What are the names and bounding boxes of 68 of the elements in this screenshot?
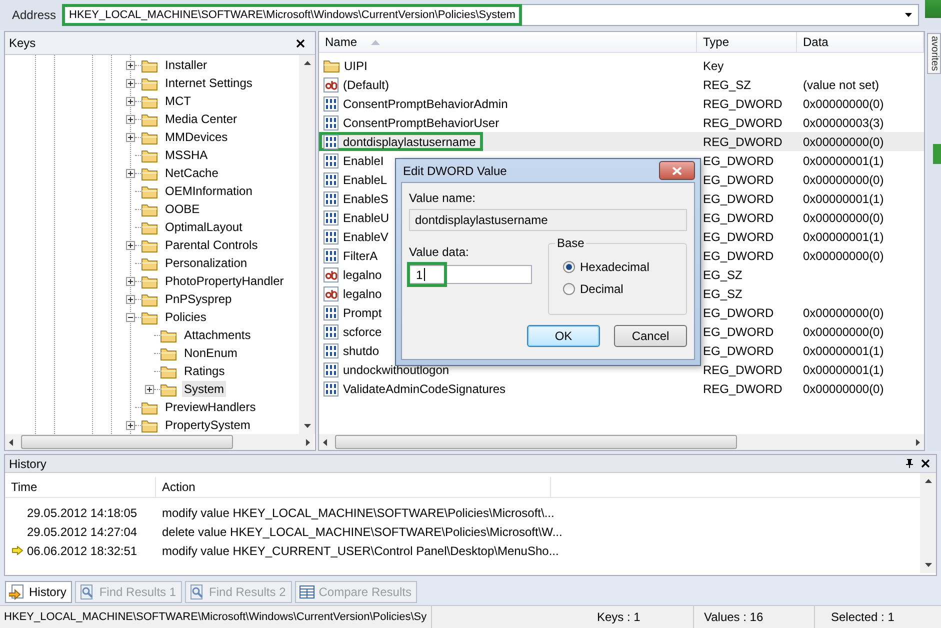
dialog-title: Edit DWORD Value [403, 164, 507, 178]
value-data: 0x00000001(1) [802, 344, 885, 358]
value-type: EG_DWORD [702, 344, 775, 358]
value-name: legalno [343, 268, 382, 282]
value-name: UIPI [344, 58, 368, 72]
value-type: REG_SZ [702, 78, 752, 92]
value-data: 0x00000000(0) [802, 172, 885, 186]
value-name: dontdisplaylastusername [343, 134, 476, 148]
value-name: Prompt [343, 306, 382, 320]
value-name: EnableI [343, 154, 384, 168]
value-type: EG_DWORD [702, 192, 775, 206]
value-type: REG_DWORD [702, 134, 784, 148]
history-time: 06.06.2012 18:32:51 [27, 544, 138, 558]
value-type: EG_DWORD [702, 154, 775, 168]
value-name: EnableU [343, 210, 390, 224]
value-type: REG_DWORD [702, 382, 784, 396]
value-name: undockwithoutlogon [343, 362, 450, 376]
value-data: 0x00000000(0) [802, 134, 885, 148]
history-time: 29.05.2012 14:18:05 [27, 506, 138, 520]
value-name: ValidateAdminCodeSignatures [343, 382, 506, 396]
history-action: modify value HKEY_CURRENT_USER\Control Panel\Desktop\MenuSho... [161, 544, 560, 558]
value-type: Key [702, 58, 725, 72]
value-data: 0x00000000(0) [802, 210, 885, 224]
pane-title: History [9, 456, 46, 470]
value-name: EnableV [343, 230, 388, 244]
value-type: EG_DWORD [702, 230, 775, 244]
value-data: 0x00000001(1) [802, 230, 885, 244]
value-data: 0x00000000(0) [802, 248, 885, 262]
value-data: 0x00000000(0) [802, 324, 885, 338]
value-data: 0x00000001(1) [802, 192, 885, 206]
history-action: delete value HKEY_LOCAL_MACHINE\SOFTWARE\Policies\Microsoft\W... [161, 524, 564, 538]
value-type: EG_DWORD [702, 172, 775, 186]
value-type: EG_DWORD [702, 324, 775, 338]
value-type: EG_DWORD [702, 248, 775, 262]
value-name: shutdo [343, 344, 380, 358]
value-name: ConsentPromptBehaviorUser [343, 116, 500, 130]
value-type: EG_DWORD [702, 306, 775, 320]
value-name: (Default) [343, 78, 390, 92]
value-type: EG_DWORD [702, 210, 775, 224]
status-path: HKEY_LOCAL_MACHINE\SOFTWARE\Microsoft\Windows\CurrentVersion\Policies\Sy [0, 606, 432, 628]
value-type: REG_DWORD [702, 96, 784, 110]
value-data: 0x00000001(1) [802, 154, 885, 168]
value-name: EnableL [343, 172, 388, 186]
value-data: 0x00000000(0) [802, 382, 885, 396]
value-data: (value not set) [802, 78, 880, 92]
value-data: 0x00000000(0) [802, 306, 885, 320]
value-name: FilterA [343, 248, 378, 262]
status-selected: Selected : 1 [830, 609, 896, 626]
history-action: modify value HKEY_LOCAL_MACHINE\SOFTWARE\Policies\Microsoft\... [161, 506, 556, 520]
value-type: REG_DWORD [702, 116, 784, 130]
value-name: EnableS [343, 192, 388, 206]
pane-title: Keys [9, 36, 36, 50]
status-values: Values : 16 [694, 606, 815, 628]
address-label: Address [12, 8, 56, 22]
value-name: ConsentPromptBehaviorAdmin [343, 96, 508, 110]
value-name: scforce [343, 324, 382, 338]
value-type: REG_DWORD [702, 362, 784, 376]
value-type: EG_SZ [702, 268, 744, 282]
value-data: 0x00000000(0) [802, 96, 885, 110]
value-type: EG_SZ [702, 286, 744, 300]
field-label: Value name: [409, 191, 476, 205]
status-keys: Keys : 1 [587, 606, 694, 628]
group-label: Base [555, 236, 586, 250]
value-data: 0x00000001(1) [802, 362, 885, 376]
field-label: Value data: [409, 245, 469, 259]
history-time: 29.05.2012 14:27:04 [27, 524, 138, 538]
value-name: legalno [343, 286, 382, 300]
value-data: 0x00000003(3) [802, 116, 885, 130]
